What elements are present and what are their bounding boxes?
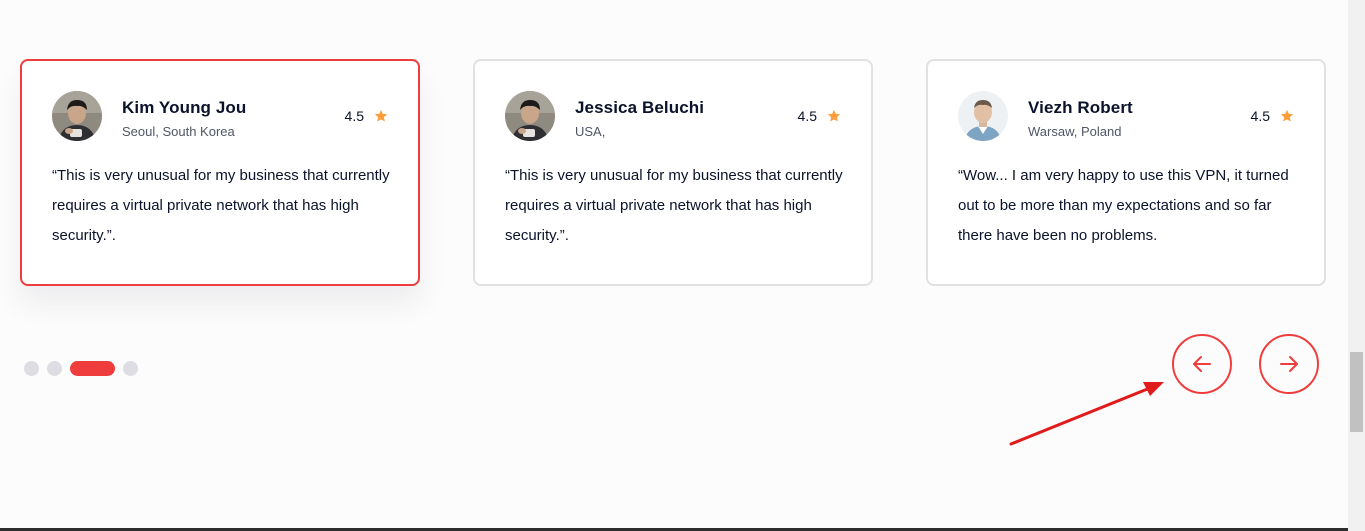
- rating-value: 4.5: [797, 108, 817, 124]
- previous-button[interactable]: [1172, 334, 1232, 394]
- testimonial-card-viezh-robert[interactable]: Viezh Robert Warsaw, Poland 4.5 “Wow... …: [926, 59, 1326, 286]
- scrollbar-thumb[interactable]: [1350, 352, 1363, 432]
- rating: 4.5: [1251, 108, 1294, 124]
- scrollbar[interactable]: [1348, 0, 1365, 531]
- testimonial-card-jessica-beluchi[interactable]: Jessica Beluchi USA, 4.5 “This is very u…: [473, 59, 873, 286]
- rating-value: 4.5: [1250, 108, 1270, 124]
- star-icon: [374, 109, 388, 123]
- pagination-dot[interactable]: [123, 361, 138, 376]
- avatar: [958, 91, 1008, 141]
- star-icon: [1280, 109, 1294, 123]
- reviewer-location: USA,: [575, 124, 606, 139]
- avatar: [505, 91, 555, 141]
- pagination-dot-active[interactable]: [70, 361, 115, 376]
- testimonial-quote: “This is very unusual for my business th…: [505, 167, 843, 244]
- pagination-dot[interactable]: [47, 361, 62, 376]
- pagination-dot[interactable]: [24, 361, 39, 376]
- arrow-right-icon: [1277, 352, 1301, 376]
- testimonial-quote: “This is very unusual for my business th…: [52, 167, 390, 244]
- reviewer-location: Seoul, South Korea: [122, 124, 235, 139]
- rating-value: 4.5: [344, 108, 364, 124]
- reviewer-location: Warsaw, Poland: [1028, 124, 1122, 139]
- reviewer-name: Jessica Beluchi: [575, 98, 705, 117]
- reviewer-name: Kim Young Jou: [122, 98, 247, 117]
- star-icon: [827, 109, 841, 123]
- avatar: [52, 91, 102, 141]
- testimonial-quote: “Wow... I am very happy to use this VPN,…: [958, 167, 1289, 244]
- reviewer-name: Viezh Robert: [1028, 98, 1133, 117]
- testimonial-card-kim-young-jou[interactable]: Kim Young Jou Seoul, South Korea 4.5 “Th…: [20, 59, 420, 286]
- next-button[interactable]: [1259, 334, 1319, 394]
- rating: 4.5: [345, 108, 388, 124]
- arrow-left-icon: [1190, 352, 1214, 376]
- rating: 4.5: [798, 108, 841, 124]
- carousel-pagination: [24, 361, 138, 376]
